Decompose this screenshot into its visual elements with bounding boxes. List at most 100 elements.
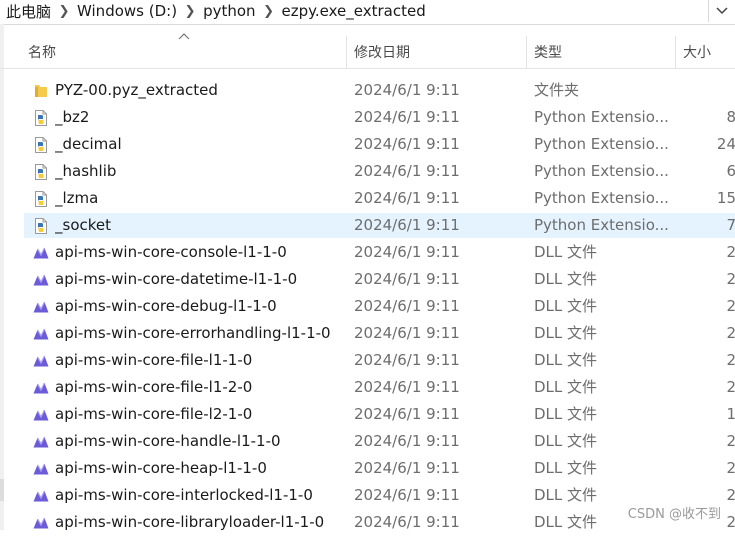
file-name: _bz2 (55, 108, 90, 126)
dll-icon (32, 271, 50, 289)
column-header-size[interactable]: 大小 (683, 36, 735, 68)
column-header-date[interactable]: 修改日期 (354, 36, 524, 68)
file-row[interactable]: _decimal 2024/6/1 9:11 Python Extensio... 2… (0, 131, 735, 158)
file-date: 2024/6/1 9:11 (354, 108, 460, 126)
file-name: api-ms-win-core-debug-l1-1-0 (55, 297, 277, 315)
file-date: 2024/6/1 9:11 (354, 270, 460, 288)
file-date: 2024/6/1 9:11 (354, 405, 460, 423)
file-row[interactable]: api-ms-win-core-interlocked-l1-1-0 2024/6… (0, 482, 735, 509)
file-row[interactable]: api-ms-win-core-file-l1-2-0 2024/6/1 9:11… (0, 374, 735, 401)
file-name: api-ms-win-core-heap-l1-1-0 (55, 459, 267, 477)
file-name: PYZ-00.pyz_extracted (55, 81, 218, 99)
column-divider[interactable] (346, 36, 347, 68)
file-row[interactable]: _socket 2024/6/1 9:11 Python Extensio... 7 (0, 212, 735, 239)
file-date: 2024/6/1 9:11 (354, 243, 460, 261)
file-size: 2 (726, 432, 735, 450)
file-date: 2024/6/1 9:11 (354, 297, 460, 315)
file-name: _socket (55, 216, 112, 234)
file-date: 2024/6/1 9:11 (354, 513, 460, 531)
column-header-name[interactable]: 名称 (28, 36, 346, 68)
file-name: api-ms-win-core-file-l1-2-0 (55, 378, 253, 396)
dll-icon (32, 298, 50, 316)
file-date: 2024/6/1 9:11 (354, 189, 460, 207)
file-name: api-ms-win-core-console-l1-1-0 (55, 243, 287, 261)
file-size: 2 (726, 351, 735, 369)
file-row[interactable]: api-ms-win-core-file-l2-1-0 2024/6/1 9:11… (0, 401, 735, 428)
file-date: 2024/6/1 9:11 (354, 135, 460, 153)
file-row[interactable]: api-ms-win-core-file-l1-1-0 2024/6/1 9:11… (0, 347, 735, 374)
python-file-icon (32, 109, 50, 127)
file-name: _lzma (55, 189, 99, 207)
chevron-right-icon[interactable]: ❯ (53, 4, 75, 19)
file-date: 2024/6/1 9:11 (354, 378, 460, 396)
python-file-icon (32, 163, 50, 181)
file-row[interactable]: api-ms-win-core-handle-l1-1-0 2024/6/1 9:… (0, 428, 735, 455)
address-history-button[interactable] (708, 0, 735, 22)
file-date: 2024/6/1 9:11 (354, 486, 460, 504)
file-size (680, 77, 735, 104)
dll-icon (32, 352, 50, 370)
file-type: Python Extensio... (534, 189, 669, 207)
file-date: 2024/6/1 9:11 (354, 432, 460, 450)
file-name: api-ms-win-core-errorhandling-l1-1-0 (55, 324, 331, 342)
file-size: 2 (726, 297, 735, 315)
file-size: 2 (726, 270, 735, 288)
file-name: api-ms-win-core-file-l1-1-0 (55, 351, 253, 369)
file-row[interactable]: api-ms-win-core-libraryloader-l1-1-0 2024… (0, 509, 735, 536)
file-name: _decimal (55, 135, 122, 153)
file-row[interactable]: _bz2 2024/6/1 9:11 Python Extensio... 8 (0, 104, 735, 131)
file-type: Python Extensio... (534, 162, 669, 180)
address-bar[interactable]: 此电脑 ❯ Windows (D:) ❯ python ❯ ezpy.exe_e… (0, 0, 735, 25)
dll-icon (32, 460, 50, 478)
file-type: Python Extensio... (534, 135, 669, 153)
file-size: 2 (726, 459, 735, 477)
dll-icon (32, 487, 50, 505)
file-row[interactable]: api-ms-win-core-heap-l1-1-0 2024/6/1 9:11… (0, 455, 735, 482)
breadcrumb-drive-d[interactable]: Windows (D:) (75, 2, 179, 20)
breadcrumb-python[interactable]: python (201, 2, 257, 20)
file-size: 15 (716, 189, 735, 207)
breadcrumb-current-folder[interactable]: ezpy.exe_extracted (280, 2, 428, 20)
file-row[interactable]: api-ms-win-core-errorhandling-l1-1-0 2024… (0, 320, 735, 347)
file-name: _hashlib (55, 162, 117, 180)
file-list: PYZ-00.pyz_extracted 2024/6/1 9:11 文件夹 _bz2… (0, 77, 735, 536)
file-row[interactable]: api-ms-win-core-datetime-l1-1-0 2024/6/1 … (0, 266, 735, 293)
file-row[interactable]: api-ms-win-core-console-l1-1-0 2024/6/1 9… (0, 239, 735, 266)
dll-icon (32, 433, 50, 451)
dll-icon (32, 244, 50, 262)
file-name: api-ms-win-core-interlocked-l1-1-0 (55, 486, 313, 504)
file-date: 2024/6/1 9:11 (354, 216, 460, 234)
file-row[interactable]: api-ms-win-core-debug-l1-1-0 2024/6/1 9:1… (0, 293, 735, 320)
file-row[interactable]: PYZ-00.pyz_extracted 2024/6/1 9:11 文件夹 (0, 77, 735, 104)
file-type: DLL 文件 (534, 405, 598, 423)
file-date: 2024/6/1 9:11 (354, 162, 460, 180)
file-size: 24 (716, 135, 735, 153)
file-row[interactable]: _lzma 2024/6/1 9:11 Python Extensio... 15 (0, 185, 735, 212)
column-divider[interactable] (526, 36, 527, 68)
chevron-right-icon[interactable]: ❯ (179, 4, 201, 19)
python-file-icon (32, 190, 50, 208)
file-size: 8 (726, 108, 735, 126)
file-type: DLL 文件 (534, 351, 598, 369)
breadcrumb-this-pc[interactable]: 此电脑 (4, 1, 53, 22)
column-header-type[interactable]: 类型 (534, 36, 670, 68)
python-file-icon (32, 136, 50, 154)
breadcrumb: 此电脑 ❯ Windows (D:) ❯ python ❯ ezpy.exe_e… (4, 0, 428, 22)
file-date: 2024/6/1 9:11 (354, 81, 460, 99)
file-type: DLL 文件 (534, 324, 598, 342)
column-divider[interactable] (675, 36, 676, 68)
file-type: DLL 文件 (534, 270, 598, 288)
file-row[interactable]: _hashlib 2024/6/1 9:11 Python Extensio... 6 (0, 158, 735, 185)
chevron-down-icon (716, 7, 728, 15)
dll-icon (32, 514, 50, 532)
file-type: Python Extensio... (534, 108, 669, 126)
file-name: api-ms-win-core-file-l2-1-0 (55, 405, 253, 423)
dll-icon (32, 379, 50, 397)
file-size: 2 (726, 324, 735, 342)
file-name: api-ms-win-core-datetime-l1-1-0 (55, 270, 298, 288)
chevron-right-icon[interactable]: ❯ (258, 4, 280, 19)
python-file-icon (32, 217, 50, 235)
file-name: api-ms-win-core-libraryloader-l1-1-0 (55, 513, 325, 531)
file-size: 1 (726, 405, 735, 423)
dll-icon (32, 406, 50, 424)
